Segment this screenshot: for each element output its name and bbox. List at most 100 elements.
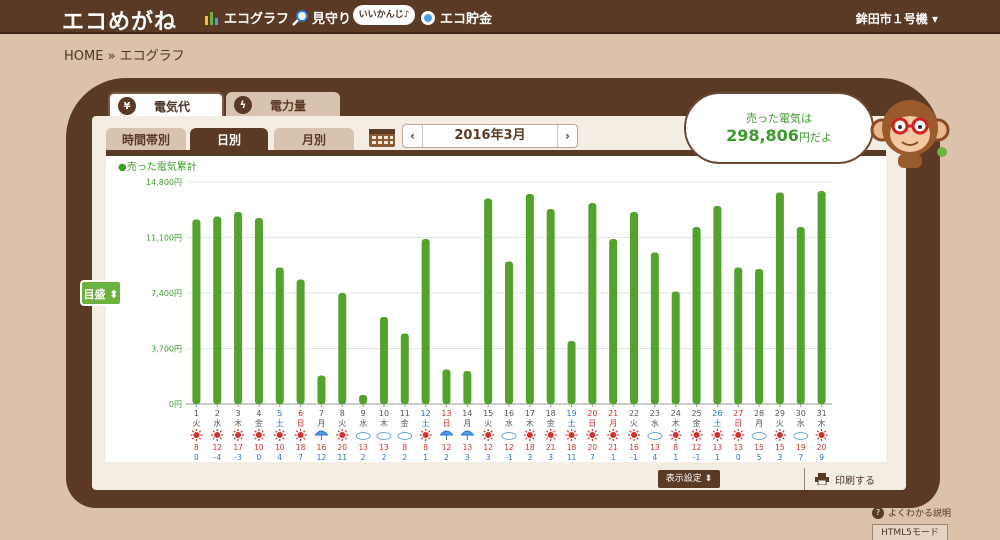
umbrella-icon: [314, 430, 329, 440]
summary-unit: 円だよ: [798, 131, 832, 144]
temp-low-label: 1: [673, 453, 678, 462]
month-selector: ‹ 2016年3月 ›: [402, 124, 578, 148]
temp-high-label: 18: [296, 443, 306, 452]
bar: [338, 293, 347, 404]
day-label: 11: [400, 409, 410, 418]
weekday-label: 火: [192, 419, 200, 428]
temp-high-label: 16: [317, 443, 327, 452]
temp-high-label: 21: [608, 443, 618, 452]
temp-high-label: 20: [588, 443, 598, 452]
day-label: 5: [277, 409, 282, 418]
temp-low-label: 11: [338, 453, 348, 462]
day-label: 7: [319, 409, 324, 418]
sun-icon: [523, 429, 536, 441]
weekday-label: 木: [818, 418, 826, 428]
day-label: 30: [796, 409, 806, 418]
calendar-icon[interactable]: [368, 126, 396, 148]
subtab-hourly[interactable]: 時間帯別: [106, 128, 186, 152]
day-label: 24: [671, 409, 681, 418]
help-link-label: よくわかる説明: [888, 509, 952, 519]
tab-electricity-amount[interactable]: ϟ 電力量: [226, 92, 340, 118]
bar: [775, 192, 784, 404]
temp-low-label: 3: [778, 453, 783, 462]
weekday-label: 木: [672, 418, 680, 428]
day-label: 18: [546, 409, 556, 418]
bar: [734, 267, 743, 404]
display-settings-button[interactable]: 表示設定 ⬍: [658, 470, 720, 488]
weekday-label: 月: [317, 419, 325, 428]
bar: [650, 252, 659, 404]
y-tick-label: 0円: [169, 400, 182, 409]
weekday-label: 土: [276, 418, 284, 428]
day-label: 13: [441, 409, 451, 418]
temp-low-label: -3: [234, 453, 242, 462]
weekday-label: 木: [380, 418, 388, 428]
weekday-label: 月: [609, 419, 617, 428]
sun-icon: [190, 429, 203, 441]
bar: [400, 333, 409, 404]
cloud-icon: [397, 432, 413, 440]
day-label: 22: [629, 409, 639, 418]
tab-electricity-cost[interactable]: ¥ 電気代: [108, 92, 224, 118]
help-link[interactable]: ? よくわかる説明: [872, 506, 951, 519]
sun-icon: [690, 429, 703, 441]
question-icon: ?: [872, 506, 884, 519]
summary-caption: 売った電気は: [746, 112, 812, 125]
cloud-icon: [793, 432, 809, 440]
weekday-label: 金: [547, 418, 555, 428]
breadcrumb: HOME » エコグラフ: [64, 49, 185, 64]
current-month-label: 2016年3月: [454, 128, 526, 143]
temp-high-label: 18: [567, 443, 577, 452]
temp-low-label: -1: [630, 453, 638, 462]
printer-icon: [815, 473, 829, 485]
subtab-daily[interactable]: 日別: [190, 128, 268, 152]
weekday-label: 水: [213, 418, 221, 428]
app-logo[interactable]: エコめがね: [62, 4, 177, 36]
temp-high-label: 16: [629, 443, 639, 452]
sun-icon: [711, 429, 724, 441]
next-month-button[interactable]: ›: [557, 125, 577, 147]
summary-total: 298,806円だよ: [686, 126, 872, 145]
temp-low-label: 2: [444, 453, 449, 462]
temp-low-label: 2: [382, 453, 387, 462]
nav-ecograph[interactable]: エコグラフ: [204, 8, 289, 27]
weekday-label: 火: [338, 419, 346, 428]
subtab-monthly[interactable]: 月別: [274, 128, 354, 152]
user-menu-dropdown[interactable]: 鉾田市１号機 ▾: [856, 10, 938, 27]
bar: [630, 212, 639, 404]
scale-toggle-button[interactable]: 目盛 ⬍: [80, 280, 122, 306]
temp-high-label: 12: [212, 443, 222, 452]
magnifier-icon: [292, 9, 308, 26]
print-button[interactable]: 印刷する: [804, 468, 888, 490]
daily-sales-chart: ●売った電気累計0円3,700円7,400円11,100円14,800円1火80…: [118, 160, 832, 462]
bar: [296, 279, 305, 404]
sun-icon: [628, 429, 641, 441]
weekday-label: 土: [422, 418, 430, 428]
day-label: 17: [525, 409, 535, 418]
yen-icon: ¥: [118, 97, 136, 115]
temp-low-label: 1: [715, 453, 720, 462]
temp-low-label: 12: [317, 453, 327, 462]
bar: [463, 371, 472, 404]
monkey-mascot-icon: [870, 100, 950, 168]
day-label: 20: [587, 409, 597, 418]
day-label: 16: [504, 409, 514, 418]
bar: [525, 194, 534, 404]
prev-month-button[interactable]: ‹: [403, 125, 423, 147]
temp-high-label: 12: [442, 443, 452, 452]
temp-high-label: 10: [275, 443, 285, 452]
html5-mode-button[interactable]: HTML5モード: [872, 524, 948, 540]
temp-low-label: 9: [819, 453, 824, 462]
nav-eco-savings[interactable]: エコ貯金: [420, 8, 492, 27]
top-header: エコめがね エコグラフ 見守り いいかんじ♪ エコ貯金 鉾田市１号機 ▾: [0, 0, 1000, 36]
weekday-label: 水: [651, 418, 659, 428]
cloud-icon: [751, 432, 767, 440]
temp-low-label: 11: [567, 453, 577, 462]
nav-mimamori[interactable]: 見守り: [292, 8, 351, 27]
weekday-label: 木: [234, 418, 242, 428]
weekday-label: 水: [505, 418, 513, 428]
bar: [359, 395, 368, 404]
temp-low-label: 3: [465, 453, 470, 462]
weekday-label: 金: [255, 418, 263, 428]
day-label: 21: [608, 409, 618, 418]
